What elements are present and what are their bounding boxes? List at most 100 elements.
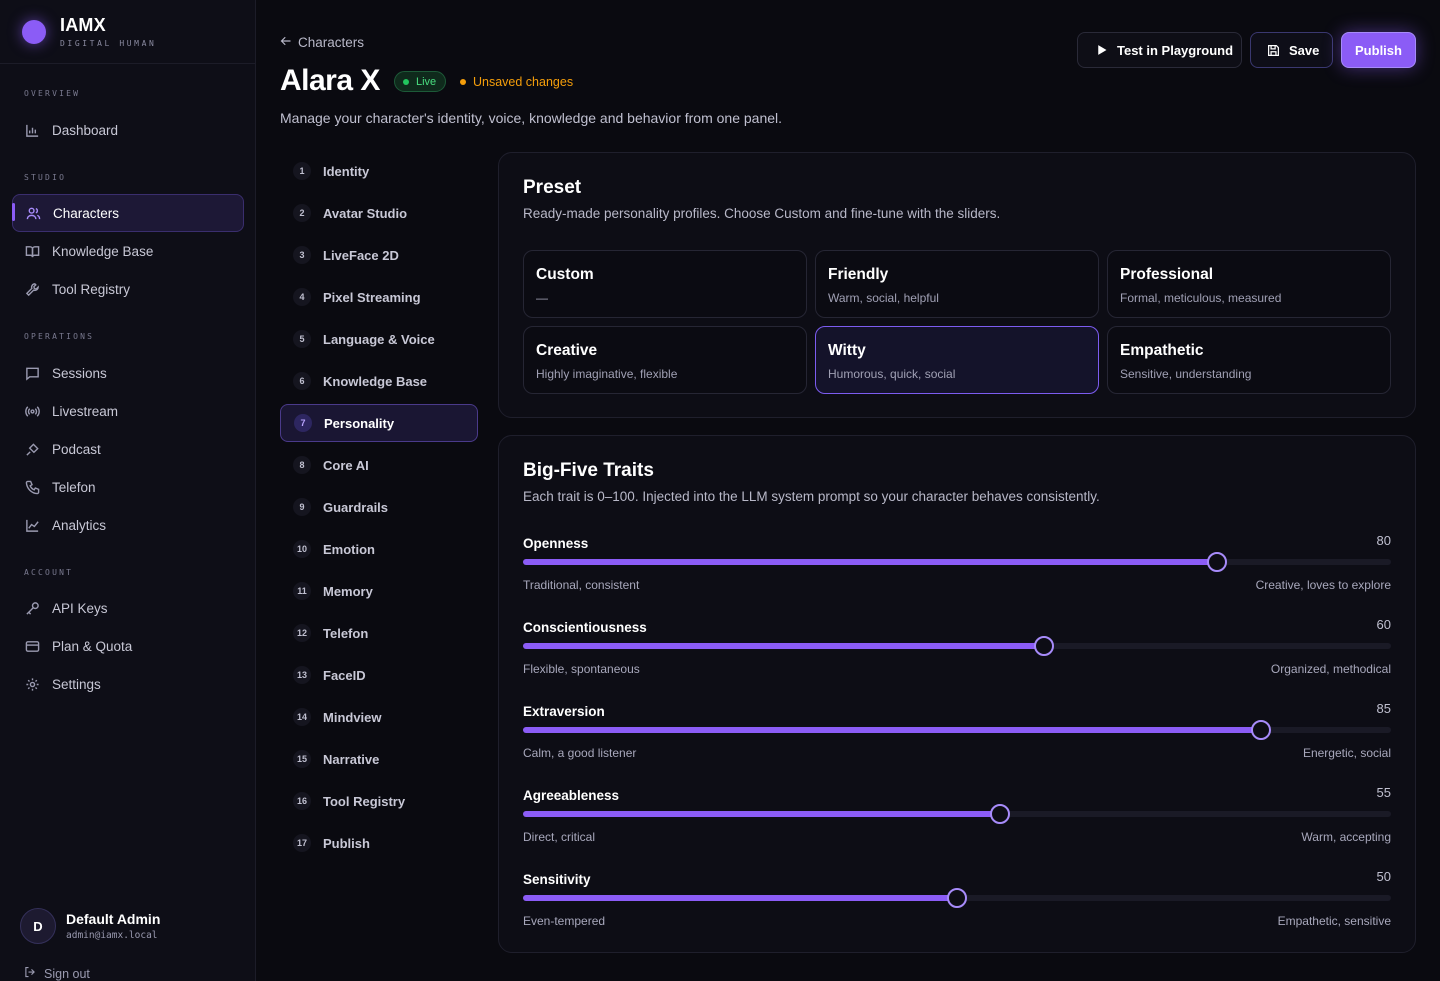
sidebar-item-plan-quota[interactable]: Plan & Quota [12, 628, 244, 664]
chat-icon [24, 365, 40, 381]
trait-value-conscientiousness: 60 [1376, 617, 1391, 632]
signout-label: Sign out [44, 966, 90, 981]
preset-desc: Formal, meticulous, measured [1120, 291, 1282, 305]
back-label: Characters [298, 35, 365, 50]
step-label: Language & Voice [323, 331, 435, 347]
step-tool-registry[interactable]: 16 Tool Registry [280, 782, 478, 820]
step-knowledge-base[interactable]: 6 Knowledge Base [280, 362, 478, 400]
sidebar-item-label: Knowledge Base [52, 243, 154, 259]
step-memory[interactable]: 11 Memory [280, 572, 478, 610]
test-in-playground-label: Test in Playground [1117, 42, 1234, 58]
step-core-ai[interactable]: 8 Core AI [280, 446, 478, 484]
sidebar-item-characters[interactable]: Characters [12, 194, 244, 232]
sidebar-item-livestream[interactable]: Livestream [12, 393, 244, 429]
step-avatar-studio[interactable]: 2 Avatar Studio [280, 194, 478, 232]
step-liveface-2d[interactable]: 3 LiveFace 2D [280, 236, 478, 274]
sidebar-item-podcast[interactable]: Podcast [12, 431, 244, 467]
preset-card-friendly[interactable]: Friendly Warm, social, helpful [815, 250, 1099, 318]
step-pixel-streaming[interactable]: 4 Pixel Streaming [280, 278, 478, 316]
step-number: 5 [293, 330, 311, 348]
sidebar-item-label: Tool Registry [52, 281, 131, 297]
step-telefon[interactable]: 12 Telefon [280, 614, 478, 652]
unsaved-dot [460, 79, 466, 85]
mic-icon [24, 441, 40, 457]
wrench-icon [24, 281, 40, 297]
trait-slider-agreeableness[interactable] [523, 804, 1391, 824]
publish-button[interactable]: Publish [1341, 32, 1416, 68]
trait-slider-conscientiousness[interactable] [523, 636, 1391, 656]
preset-card-custom[interactable]: Custom — [523, 250, 807, 318]
page-subtitle: Manage your character's identity, voice,… [280, 110, 783, 126]
preset-desc: Sensitive, understanding [1120, 367, 1252, 381]
sidebar-item-analytics[interactable]: Analytics [12, 507, 244, 543]
trait-value-agreeableness: 55 [1376, 785, 1391, 800]
slider-thumb[interactable] [1250, 720, 1271, 740]
sidebar-item-label: Sessions [52, 365, 107, 381]
back-link[interactable]: Characters [280, 35, 364, 50]
brand-logo [22, 19, 46, 44]
status-label: Live [416, 75, 437, 88]
step-number: 9 [293, 498, 311, 516]
preset-desc: — [536, 291, 548, 305]
traits-description: Each trait is 0–100. Injected into the L… [523, 489, 1100, 504]
test-in-playground-button[interactable]: Test in Playground [1077, 32, 1242, 68]
preset-name: Empathetic [1120, 342, 1204, 359]
signout-link[interactable]: Sign out [24, 966, 90, 981]
step-narrative[interactable]: 15 Narrative [280, 740, 478, 778]
step-identity[interactable]: 1 Identity [280, 152, 478, 190]
sidebar-item-dashboard[interactable]: Dashboard [12, 112, 244, 148]
slider-thumb[interactable] [990, 804, 1011, 824]
trait-low-label: Flexible, spontaneous [523, 662, 640, 676]
save-label: Save [1289, 42, 1320, 58]
trait-slider-extraversion[interactable] [523, 720, 1391, 740]
trait-value-openness: 80 [1376, 533, 1391, 548]
preset-name: Custom [536, 266, 594, 283]
step-personality[interactable]: 7 Personality [280, 404, 478, 442]
avatar: D [20, 908, 56, 944]
preset-card-professional[interactable]: Professional Formal, meticulous, measured [1107, 250, 1391, 318]
step-label: Pixel Streaming [323, 289, 421, 305]
step-faceid[interactable]: 13 FaceID [280, 656, 478, 694]
sidebar-item-telefon[interactable]: Telefon [12, 469, 244, 505]
trait-slider-openness[interactable] [523, 552, 1391, 572]
preset-card-creative[interactable]: Creative Highly imaginative, flexible [523, 326, 807, 394]
step-number: 1 [293, 162, 311, 180]
save-icon [1267, 44, 1280, 57]
slider-thumb[interactable] [1033, 636, 1054, 656]
step-label: Core AI [323, 457, 369, 473]
step-number: 10 [293, 540, 311, 558]
traits-panel: Big-Five Traits Each trait is 0–100. Inj… [498, 435, 1416, 953]
step-mindview[interactable]: 14 Mindview [280, 698, 478, 736]
sidebar-item-tool-registry[interactable]: Tool Registry [12, 271, 244, 307]
trait-low-label: Even-tempered [523, 914, 606, 928]
preset-desc: Warm, social, helpful [828, 291, 939, 305]
step-guardrails[interactable]: 9 Guardrails [280, 488, 478, 526]
line-chart-icon [24, 517, 40, 533]
preset-card-witty[interactable]: Witty Humorous, quick, social [815, 326, 1099, 394]
brand: IAMX DIGITAL HUMAN [0, 0, 255, 64]
status-badge: Live [394, 71, 447, 92]
step-number: 2 [293, 204, 311, 222]
step-language-voice[interactable]: 5 Language & Voice [280, 320, 478, 358]
trait-slider-sensitivity[interactable] [523, 888, 1391, 908]
user-name: Default Admin [66, 911, 161, 927]
slider-fill [523, 811, 1001, 817]
step-publish[interactable]: 17 Publish [280, 824, 478, 862]
sidebar-item-settings[interactable]: Settings [12, 666, 244, 702]
sidebar-item-api-keys[interactable]: API Keys [12, 590, 244, 626]
step-emotion[interactable]: 10 Emotion [280, 530, 478, 568]
step-label: Telefon [323, 625, 369, 641]
save-button[interactable]: Save [1250, 32, 1333, 68]
play-icon [1096, 44, 1108, 56]
slider-thumb[interactable] [947, 888, 967, 908]
user-profile[interactable]: D Default Admin admin@iamx.local [20, 908, 160, 944]
preset-card-empathetic[interactable]: Empathetic Sensitive, understanding [1107, 326, 1391, 394]
sidebar-item-sessions[interactable]: Sessions [12, 355, 244, 391]
slider-thumb[interactable] [1207, 552, 1228, 572]
gear-icon [24, 676, 40, 692]
sidebar-item-knowledge-base[interactable]: Knowledge Base [12, 233, 244, 269]
step-number: 8 [293, 456, 311, 474]
step-number: 7 [294, 414, 312, 432]
sidebar-item-label: Settings [52, 676, 101, 692]
broadcast-icon [24, 403, 40, 419]
